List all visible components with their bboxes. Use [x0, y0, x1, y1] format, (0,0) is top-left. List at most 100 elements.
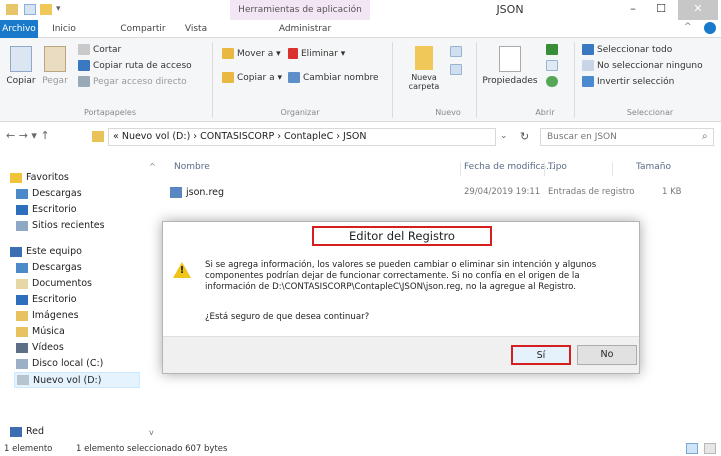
tab-compartir[interactable]: Compartir	[118, 20, 168, 38]
column-separator	[544, 162, 545, 176]
large-icons-view-icon[interactable]	[704, 443, 716, 454]
tab-vista[interactable]: Vista	[178, 20, 214, 38]
ribbon-separator	[212, 42, 213, 118]
qat-dropdown-icon[interactable]: ▾	[56, 4, 64, 15]
new-folder-button[interactable]: Nueva carpeta	[404, 46, 444, 91]
invert-selection-button[interactable]: Invertir selección	[582, 76, 674, 87]
address-dropdown-icon[interactable]: ⌄	[500, 131, 508, 141]
invert-selection-icon	[582, 76, 594, 87]
select-none-button[interactable]: No seleccionar ninguno	[582, 60, 703, 71]
downloads-icon	[16, 262, 28, 273]
details-view-icon[interactable]	[686, 443, 698, 454]
new-folder-icon[interactable]	[40, 4, 52, 15]
nav-favoritos[interactable]: Favoritos	[10, 172, 69, 183]
no-button[interactable]: No	[577, 345, 637, 365]
copy-button[interactable]: Copiar	[6, 46, 36, 86]
folder-icon	[415, 46, 433, 70]
yes-button[interactable]: Sí	[511, 345, 571, 365]
dialog-message: Si se agrega información, los valores se…	[205, 260, 597, 292]
open-icon[interactable]	[546, 44, 558, 55]
tab-inicio[interactable]: Inicio	[44, 20, 84, 38]
address-row: ← → ▾ ↑ « Nuevo vol (D:) › CONTASISCORP …	[0, 126, 721, 148]
search-icon: ⌕	[702, 131, 708, 142]
group-label-organizar: Organizar	[280, 108, 320, 117]
context-tab-app-tools[interactable]: Herramientas de aplicación	[230, 0, 370, 20]
nav-nuevo-vol[interactable]: Nuevo vol (D:)	[14, 372, 140, 388]
column-header-tipo[interactable]: Tipo	[548, 162, 567, 172]
status-selection: 1 elemento seleccionado 607 bytes	[76, 444, 228, 454]
tab-archivo[interactable]: Archivo	[0, 20, 38, 38]
address-bar[interactable]: « Nuevo vol (D:) › CONTASISCORP › Contap…	[108, 128, 496, 146]
nav-este-equipo[interactable]: Este equipo	[10, 246, 82, 257]
table-row[interactable]: json.reg 29/04/2019 19:11 Entradas de re…	[164, 184, 684, 202]
nav-escritorio[interactable]: Escritorio	[16, 204, 77, 215]
documents-icon	[16, 278, 28, 289]
search-input[interactable]: Buscar en JSON	[540, 128, 714, 146]
column-header-tamano[interactable]: Tamaño	[636, 162, 671, 172]
column-header-fecha[interactable]: Fecha de modifica...	[464, 162, 555, 172]
ribbon-collapse-icon[interactable]: ^	[684, 22, 692, 32]
file-type: Entradas de registro	[548, 187, 635, 197]
history-icon[interactable]	[546, 76, 558, 87]
nav-documentos[interactable]: Documentos	[16, 278, 92, 289]
copy-to-button[interactable]: Copiar a ▾	[222, 72, 282, 83]
copy-to-icon	[222, 72, 234, 83]
copy-path-button[interactable]: Copiar ruta de acceso	[78, 60, 192, 71]
delete-button[interactable]: Eliminar ▾	[288, 48, 345, 59]
videos-icon	[16, 342, 28, 353]
status-bar: 1 elemento 1 elemento seleccionado 607 b…	[0, 442, 721, 456]
nav-descargas[interactable]: Descargas	[16, 188, 82, 199]
new-item-icon[interactable]	[450, 46, 462, 57]
scroll-up-icon[interactable]: ^	[149, 162, 156, 171]
downloads-icon	[16, 188, 28, 199]
drive-icon	[17, 375, 29, 385]
properties-check-icon	[499, 46, 521, 72]
nav-escritorio-equipo[interactable]: Escritorio	[16, 294, 77, 305]
scroll-down-icon[interactable]: v	[149, 428, 154, 437]
window-titlebar: ▾ Herramientas de aplicación JSON – ☐ ✕	[0, 0, 721, 20]
close-button[interactable]: ✕	[678, 0, 718, 20]
column-header-nombre[interactable]: Nombre	[174, 162, 210, 172]
view-buttons	[686, 442, 720, 455]
edit-icon[interactable]	[546, 60, 558, 71]
navigation-buttons[interactable]: ← → ▾ ↑	[6, 129, 50, 142]
dialog-titlebar: Editor del Registro	[163, 222, 639, 250]
properties-icon[interactable]	[24, 4, 36, 15]
copy-icon	[10, 46, 32, 72]
ribbon-separator	[476, 42, 477, 118]
network-icon	[10, 426, 22, 437]
ribbon-separator	[392, 42, 393, 118]
recent-places-icon	[16, 220, 28, 231]
nav-imagenes[interactable]: Imágenes	[16, 310, 79, 321]
registry-file-icon	[170, 187, 182, 198]
minimize-button[interactable]: –	[620, 0, 646, 20]
desktop-icon	[16, 294, 28, 305]
move-to-button[interactable]: Mover a ▾	[222, 48, 281, 59]
nav-red[interactable]: Red	[10, 426, 44, 437]
select-none-icon	[582, 60, 594, 71]
paste-button[interactable]: Pegar	[40, 46, 70, 86]
ribbon-separator	[574, 42, 575, 118]
computer-icon	[10, 246, 22, 257]
easy-access-icon[interactable]	[450, 64, 462, 75]
maximize-button[interactable]: ☐	[648, 0, 674, 20]
help-icon[interactable]	[704, 22, 716, 34]
nav-descargas-equipo[interactable]: Descargas	[16, 262, 82, 273]
rename-button[interactable]: Cambiar nombre	[288, 72, 379, 83]
column-separator	[612, 162, 613, 176]
refresh-button[interactable]: ↻	[520, 130, 529, 143]
nav-musica[interactable]: Música	[16, 326, 65, 337]
cut-button[interactable]: Cortar	[78, 44, 121, 55]
nav-disco-local[interactable]: Disco local (C:)	[16, 358, 103, 369]
nav-sitios-recientes[interactable]: Sitios recientes	[16, 220, 105, 231]
select-all-button[interactable]: Seleccionar todo	[582, 44, 672, 55]
nav-videos[interactable]: Vídeos	[16, 342, 64, 353]
dialog-question: ¿Está seguro de que desea continuar?	[205, 312, 370, 322]
dialog-title: Editor del Registro	[312, 226, 492, 246]
nav-scrollbar[interactable]: ^ v	[148, 160, 158, 442]
copy-path-icon	[78, 60, 90, 71]
tab-administrar[interactable]: Administrar	[270, 20, 340, 38]
properties-button[interactable]: Propiedades	[482, 46, 538, 86]
group-label-nuevo: Nuevo	[435, 108, 461, 117]
paste-shortcut-button[interactable]: Pegar acceso directo	[78, 76, 187, 87]
